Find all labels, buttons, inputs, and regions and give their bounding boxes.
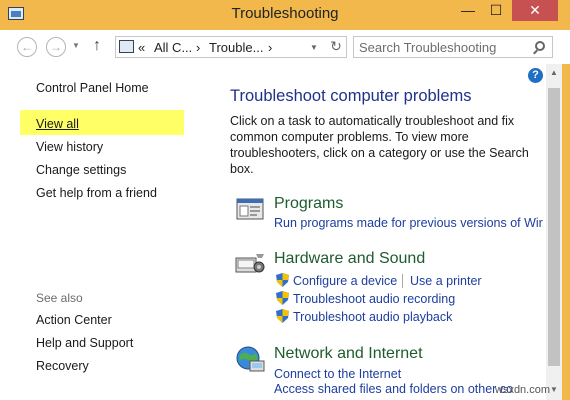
help-and-support-link[interactable]: Help and Support [36, 336, 133, 350]
control-panel-icon [119, 40, 134, 53]
vertical-scrollbar[interactable]: ▲ ▼ [546, 64, 562, 400]
breadcrumb-troubleshooting[interactable]: Trouble... [209, 40, 263, 55]
search-icon[interactable] [535, 41, 545, 51]
programs-category-title[interactable]: Programs [274, 195, 343, 213]
uac-shield-icon [276, 291, 289, 305]
intro-text: Click on a task to automatically trouble… [230, 114, 529, 176]
recent-locations-dropdown[interactable]: ▼ [72, 41, 80, 50]
link-separator [402, 274, 403, 288]
forward-button[interactable]: → [46, 37, 66, 57]
troubleshoot-audio-recording-link[interactable]: Troubleshoot audio recording [293, 292, 455, 306]
search-input[interactable] [359, 39, 527, 55]
watermark: wsxdn.com [495, 384, 551, 396]
hardware-and-sound-category-title[interactable]: Hardware and Sound [274, 250, 425, 268]
window-frame [562, 30, 570, 400]
change-settings-link[interactable]: Change settings [36, 163, 126, 177]
programs-icon [236, 198, 264, 220]
view-all-link[interactable]: View all [36, 117, 79, 131]
get-help-from-a-friend-link[interactable]: Get help from a friend [36, 186, 157, 200]
see-also-label: See also [36, 291, 83, 305]
configure-a-device-link[interactable]: Configure a device [293, 274, 397, 288]
uac-shield-icon [276, 309, 289, 323]
troubleshoot-audio-playback-link[interactable]: Troubleshoot audio playback [293, 310, 452, 324]
search-box[interactable] [353, 36, 553, 58]
run-older-programs-link[interactable]: Run programs made for previous versions … [274, 216, 543, 230]
help-icon[interactable]: ? [528, 68, 543, 83]
breadcrumb-all-control-panel[interactable]: All C... [154, 40, 192, 55]
minimize-button[interactable]: — [455, 0, 481, 21]
control-panel-home-link[interactable]: Control Panel Home [36, 81, 149, 95]
scrollbar-thumb[interactable] [548, 88, 560, 366]
view-history-link[interactable]: View history [36, 140, 103, 154]
connect-to-the-internet-link[interactable]: Connect to the Internet [274, 367, 401, 381]
up-button[interactable]: ↑ [93, 37, 101, 55]
navigation-bar: ← → ▼ ↑ « All C... › Trouble... › ▼ ↻ [0, 30, 570, 64]
network-and-internet-icon [236, 346, 265, 372]
title-bar: Troubleshooting — ☐ ✕ [0, 0, 570, 30]
refresh-icon[interactable]: ↻ [326, 38, 346, 55]
back-button[interactable]: ← [17, 37, 37, 57]
maximize-button[interactable]: ☐ [483, 0, 509, 21]
address-dropdown-icon[interactable]: ▼ [310, 43, 318, 52]
uac-shield-icon [276, 273, 289, 287]
left-pane: Control Panel Home View all View history… [0, 64, 200, 400]
breadcrumb-separator[interactable]: › [196, 40, 200, 55]
use-a-printer-link[interactable]: Use a printer [410, 274, 482, 288]
action-center-link[interactable]: Action Center [36, 313, 112, 327]
address-bar[interactable]: « All C... › Trouble... › ▼ ↻ [115, 36, 347, 58]
address-overflow-chevron[interactable]: « [138, 40, 145, 55]
breadcrumb-separator[interactable]: › [268, 40, 272, 55]
hardware-and-sound-icon [235, 254, 265, 273]
access-shared-files-link[interactable]: Access shared files and folders on other… [274, 382, 513, 396]
close-button[interactable]: ✕ [512, 0, 558, 21]
page-title: Troubleshoot computer problems [230, 87, 472, 105]
network-and-internet-category-title[interactable]: Network and Internet [274, 345, 423, 363]
scroll-down-icon[interactable]: ▼ [550, 385, 558, 394]
recovery-link[interactable]: Recovery [36, 359, 89, 373]
scroll-up-icon[interactable]: ▲ [550, 68, 558, 77]
